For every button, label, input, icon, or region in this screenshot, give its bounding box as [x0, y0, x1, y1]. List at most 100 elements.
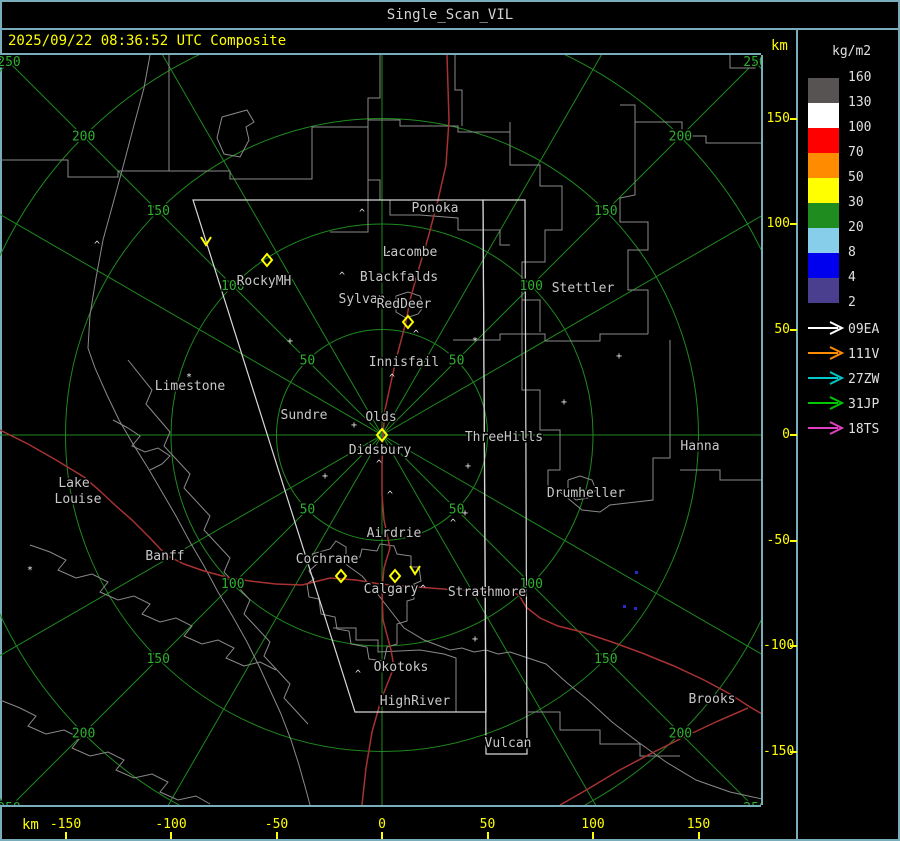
range-ring-label: 200 — [72, 130, 95, 145]
city-label-okotoks: Okotoks — [374, 660, 429, 675]
legend-swatch-label: 4 — [848, 270, 856, 285]
right-axis-tick-label: -50 — [766, 532, 790, 548]
range-ring-label: 150 — [146, 204, 169, 219]
city-label-sundre: Sundre — [281, 408, 328, 423]
right-axis-unit-label: km — [771, 38, 788, 54]
radar-arrow-icon — [808, 321, 845, 335]
bottom-axis-tick — [592, 832, 594, 839]
legend-swatch — [808, 253, 839, 278]
azimuth-line-330 — [162, 55, 383, 436]
bottom-axis-tick-label: 0 — [378, 817, 386, 832]
town-marker: ^ — [389, 373, 395, 384]
right-axis-tick — [790, 223, 797, 225]
legend-panel: kg/m2 160 130 100 70 50 30 20 8 4 2 09EA 111V 27ZW 31… — [798, 30, 898, 839]
county-boundary — [521, 300, 561, 490]
legend-swatch-label: 8 — [848, 245, 856, 260]
town-marker: * — [472, 336, 478, 347]
county-boundary — [528, 711, 680, 757]
county-boundary — [0, 55, 170, 178]
legend-swatch-label: 130 — [848, 95, 872, 110]
bottom-axis-tick — [486, 832, 489, 839]
range-ring-label: 100 — [221, 577, 244, 592]
bottom-axis-tick-label: -100 — [155, 817, 187, 832]
county-boundary — [367, 127, 510, 246]
radar-site-diamond-icon — [334, 568, 348, 584]
town-marker: ^ — [387, 490, 393, 501]
county-boundary — [112, 419, 171, 471]
legend-swatch — [808, 78, 839, 103]
city-label-stettler: Stettler — [552, 281, 615, 296]
city-label-lacombe: Lacombe — [383, 245, 438, 260]
right-axis-tick-label: -100 — [763, 638, 795, 653]
city-label-cochrane: Cochrane — [296, 552, 359, 567]
town-marker: ^ — [355, 669, 361, 680]
town-marker: + — [561, 397, 567, 408]
right-axis-tick — [790, 750, 797, 753]
town-marker: + — [465, 461, 471, 472]
town-marker: ^ — [413, 329, 419, 340]
timestamp-label: 2025/09/22 08:36:52 UTC Composite — [8, 33, 287, 49]
radar-map-svg: 5010015020025050100150200250501001502002… — [0, 55, 761, 805]
right-axis-tick-label: -150 — [763, 743, 795, 759]
legend-swatch-label: 100 — [848, 120, 872, 135]
city-label-lake: Lake — [58, 476, 89, 491]
range-ring-label: 200 — [669, 130, 692, 145]
range-ring-label: 150 — [146, 652, 169, 667]
legend-swatch-label: 160 — [848, 70, 872, 85]
range-ring-label: 200 — [72, 726, 95, 741]
right-axis-tick-label: 0 — [782, 427, 790, 442]
city-label-strathmore: Strathmore — [448, 585, 526, 600]
range-ring-label: 250 — [743, 55, 761, 70]
bottom-axis: km -150 -100 -50 0 50 100 150 — [0, 807, 761, 839]
town-marker: ^ — [450, 518, 456, 529]
radar-arrow-icon — [808, 371, 845, 385]
legend-swatch-label: 30 — [848, 195, 864, 210]
bottom-axis-tick-label: 50 — [479, 817, 496, 832]
legend-swatch-label: 20 — [848, 220, 864, 235]
azimuth-line-120 — [381, 434, 761, 655]
bottom-axis-tick-label: 100 — [581, 817, 605, 832]
legend-swatch — [808, 278, 839, 303]
city-label-threehills: ThreeHills — [465, 430, 543, 445]
radar-site-row: 09EA — [806, 320, 898, 340]
page-title: Single_Scan_VIL — [386, 7, 514, 23]
county-boundary — [216, 109, 255, 158]
legend-unit-label: kg/m2 — [832, 44, 872, 59]
city-label-didsbury: Didsbury — [349, 443, 412, 458]
town-marker: + — [616, 351, 622, 362]
town-marker: ^ — [376, 459, 382, 470]
radar-arrow-icon — [808, 396, 845, 410]
town-marker: + — [462, 508, 468, 519]
county-boundary — [454, 55, 463, 126]
city-label-rockymh: RockyMH — [237, 274, 292, 289]
range-ring-label: 250 — [0, 801, 21, 805]
town-marker: + — [351, 420, 357, 431]
legend-swatch-label: 70 — [848, 145, 864, 160]
bottom-axis-tick — [64, 832, 67, 839]
range-ring-label: 250 — [0, 55, 21, 70]
city-label-blackfalds: Blackfalds — [360, 270, 438, 285]
bottom-axis-unit-label: km — [22, 817, 39, 833]
right-axis-tick-label: 100 — [766, 216, 790, 231]
city-label-airdrie: Airdrie — [367, 526, 422, 541]
county-boundary — [509, 122, 563, 332]
city-label-banff: Banff — [145, 549, 184, 564]
town-marker: ^ — [339, 271, 345, 282]
right-axis-tick-label: 50 — [774, 321, 790, 337]
right-axis-tick — [790, 328, 797, 331]
legend-swatch — [808, 153, 839, 178]
city-label-limestone: Limestone — [155, 379, 226, 394]
city-label-ponoka: Ponoka — [412, 201, 459, 216]
bottom-axis-tick-label: -50 — [264, 817, 289, 832]
radar-site-label: 31JP — [848, 397, 880, 412]
range-ring-label: 250 — [743, 801, 761, 805]
city-label-reddeer: RedDeer — [377, 297, 432, 312]
radar-site-row: 18TS — [806, 420, 898, 440]
radar-viewer-window: Single_Scan_VIL 2025/09/22 08:36:52 UTC … — [0, 0, 900, 841]
radar-arrow-icon — [808, 421, 845, 435]
echo-dot — [623, 605, 626, 608]
county-boundary — [367, 55, 381, 127]
echo-dot — [635, 571, 638, 574]
town-marker: + — [472, 634, 478, 645]
echo-dot — [634, 607, 637, 610]
